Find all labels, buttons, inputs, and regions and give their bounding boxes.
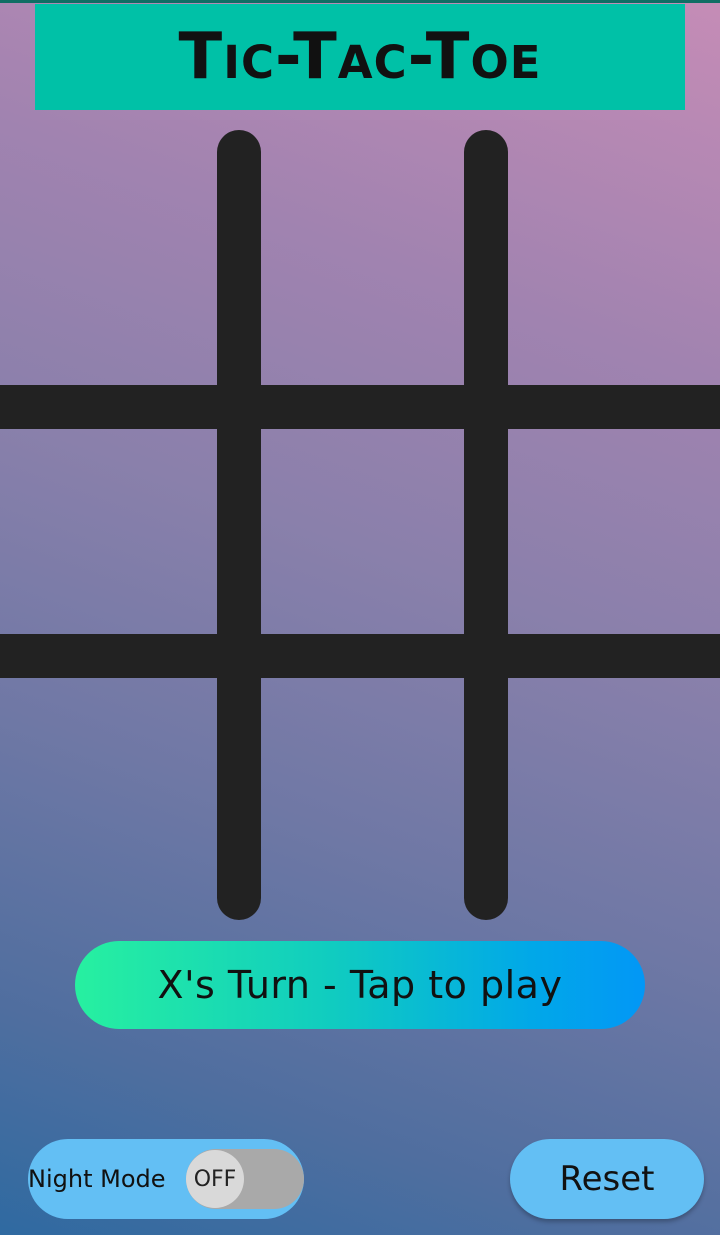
- board-cell-3[interactable]: [508, 115, 720, 385]
- night-mode-toggle[interactable]: OFF: [186, 1149, 304, 1209]
- reset-button-label: Reset: [559, 1159, 655, 1199]
- night-mode-state: OFF: [193, 1166, 237, 1192]
- board-grid-line-horizontal-top: [0, 385, 720, 429]
- toggle-thumb: OFF: [186, 1150, 244, 1208]
- reset-button[interactable]: Reset: [510, 1139, 704, 1219]
- game-board: [0, 0, 720, 1235]
- night-mode-label: Night Mode: [28, 1165, 166, 1193]
- board-cell-1[interactable]: [0, 115, 217, 385]
- board-cell-7[interactable]: [0, 678, 217, 920]
- board-grid-line-vertical-right: [464, 130, 508, 920]
- board-cell-8[interactable]: [261, 678, 464, 920]
- board-cell-6[interactable]: [508, 429, 720, 634]
- board-cell-5[interactable]: [261, 429, 464, 634]
- turn-status-text: X's Turn - Tap to play: [157, 963, 563, 1007]
- turn-status-button[interactable]: X's Turn - Tap to play: [75, 941, 645, 1029]
- board-grid-line-horizontal-bottom: [0, 634, 720, 678]
- board-cell-4[interactable]: [0, 429, 217, 634]
- board-grid-line-vertical-left: [217, 130, 261, 920]
- board-cell-2[interactable]: [261, 115, 464, 385]
- board-cell-9[interactable]: [508, 678, 720, 920]
